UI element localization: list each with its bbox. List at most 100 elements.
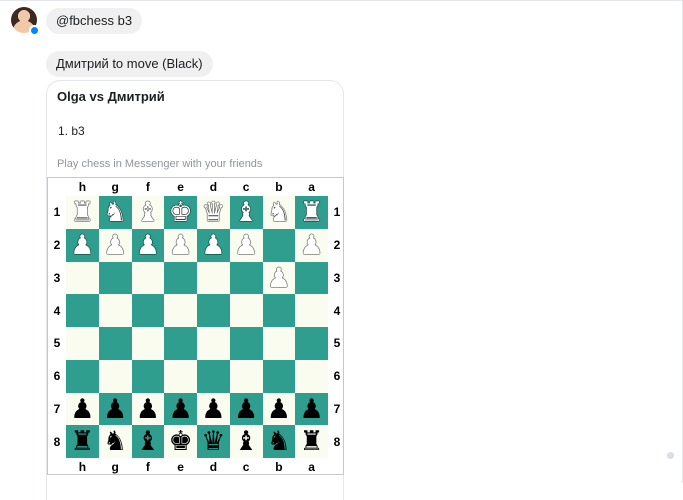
rank-label-right: 5: [333, 336, 341, 351]
rank-label-right: 3: [333, 270, 341, 285]
white-pawn-icon[interactable]: ♟: [263, 262, 296, 295]
file-label-top: e: [177, 180, 184, 194]
rank-label-left: 5: [53, 336, 61, 351]
square-g5[interactable]: [98, 327, 132, 360]
user-avatar[interactable]: [11, 7, 40, 36]
white-king-icon[interactable]: ♚: [164, 196, 197, 229]
square-d5[interactable]: [197, 327, 230, 360]
square-h3[interactable]: [66, 261, 99, 295]
white-rook-icon[interactable]: ♜: [295, 196, 328, 229]
file-label-bottom: f: [145, 460, 150, 474]
black-pawn-icon[interactable]: ♟: [230, 393, 263, 426]
white-pawn-icon[interactable]: ♟: [66, 229, 99, 262]
file-label-top: f: [145, 180, 150, 194]
square-b5[interactable]: [262, 327, 296, 360]
square-b2[interactable]: [262, 228, 296, 262]
black-knight-icon[interactable]: ♞: [99, 425, 132, 458]
black-queen-icon[interactable]: ♛: [197, 425, 230, 458]
square-f4[interactable]: [131, 294, 165, 327]
square-d6[interactable]: [197, 359, 230, 393]
black-pawn-icon[interactable]: ♟: [263, 393, 296, 426]
black-pawn-icon[interactable]: ♟: [164, 393, 197, 426]
black-pawn-icon[interactable]: ♟: [99, 393, 132, 426]
square-e5[interactable]: [164, 327, 197, 360]
white-bishop-icon[interactable]: ♝: [230, 196, 263, 229]
white-pawn-icon[interactable]: ♟: [164, 229, 197, 262]
rank-label-left: 6: [53, 369, 61, 384]
rank-label-left: 8: [53, 434, 61, 449]
square-e6[interactable]: [164, 359, 197, 393]
chess-game-card[interactable]: Olga vs Дмитрий 1. b3 Play chess in Mess…: [46, 80, 344, 500]
chess-board[interactable]: ♜ ♞ ♝ ♚ ♛ ♝ ♞ ♜ ♟ ♟ ♟ ♟ ♟ ♟ ♟ ♟ ♟ ♟ ♟ ♟ ♟ ♟ ♟ ♟ ♜ ♞ ♝ ♚ ♛ ♝ ♞ ♜ hhggffe…: [47, 177, 344, 475]
white-pawn-icon[interactable]: ♟: [132, 229, 165, 262]
black-pawn-icon[interactable]: ♟: [66, 393, 99, 426]
white-pawn-icon[interactable]: ♟: [295, 229, 328, 262]
rank-label-left: 3: [53, 270, 61, 285]
square-f6[interactable]: [131, 359, 165, 393]
square-a6[interactable]: [295, 359, 328, 393]
square-g4[interactable]: [98, 294, 132, 327]
square-g6[interactable]: [98, 359, 132, 393]
board-squares[interactable]: ♜ ♞ ♝ ♚ ♛ ♝ ♞ ♜ ♟ ♟ ♟ ♟ ♟ ♟ ♟ ♟ ♟ ♟ ♟ ♟ ♟ ♟ ♟ ♟ ♜ ♞ ♝ ♚ ♛ ♝ ♞ ♜: [66, 196, 328, 458]
file-label-top: b: [275, 180, 283, 194]
square-c3[interactable]: [229, 261, 263, 295]
square-h5[interactable]: [66, 327, 99, 360]
square-c4[interactable]: [229, 294, 263, 327]
rank-label-right: 8: [333, 434, 341, 449]
black-pawn-icon[interactable]: ♟: [132, 393, 165, 426]
white-bishop-icon[interactable]: ♝: [132, 196, 165, 229]
black-bishop-icon[interactable]: ♝: [230, 425, 263, 458]
black-pawn-icon[interactable]: ♟: [295, 393, 328, 426]
file-label-top: h: [78, 180, 87, 194]
white-pawn-icon[interactable]: ♟: [99, 229, 132, 262]
black-knight-icon[interactable]: ♞: [263, 425, 296, 458]
file-label-bottom: b: [275, 460, 283, 474]
file-label-bottom: h: [78, 460, 87, 474]
top-divider: [0, 0, 683, 1]
square-d3[interactable]: [197, 261, 230, 295]
file-label-bottom: g: [111, 460, 119, 474]
rank-label-right: 2: [333, 238, 341, 253]
message-bubble-status[interactable]: Дмитрий to move (Black): [46, 51, 213, 77]
square-h6[interactable]: [66, 359, 99, 393]
square-h4[interactable]: [66, 294, 99, 327]
white-rook-icon[interactable]: ♜: [66, 196, 99, 229]
rank-label-right: 6: [333, 369, 341, 384]
rank-label-right: 4: [333, 303, 341, 318]
black-pawn-icon[interactable]: ♟: [197, 393, 230, 426]
rank-label-left: 2: [53, 238, 61, 253]
square-d4[interactable]: [197, 294, 230, 327]
square-a4[interactable]: [295, 294, 328, 327]
square-e4[interactable]: [164, 294, 197, 327]
white-pawn-icon[interactable]: ♟: [230, 229, 263, 262]
message-bubble-command[interactable]: @fbchess b3: [46, 8, 143, 34]
black-rook-icon[interactable]: ♜: [66, 425, 99, 458]
square-g3[interactable]: [98, 261, 132, 295]
white-knight-icon[interactable]: ♞: [99, 196, 132, 229]
black-bishop-icon[interactable]: ♝: [132, 425, 165, 458]
white-queen-icon[interactable]: ♛: [197, 196, 230, 229]
card-subtitle: Play chess in Messenger with your friend…: [57, 158, 263, 170]
square-c6[interactable]: [229, 359, 263, 393]
game-title: Olga vs Дмитрий: [57, 89, 165, 104]
square-e3[interactable]: [164, 261, 197, 295]
white-pawn-icon[interactable]: ♟: [197, 229, 230, 262]
file-label-bottom: a: [308, 460, 315, 474]
square-b6[interactable]: [262, 359, 296, 393]
white-knight-icon[interactable]: ♞: [263, 196, 296, 229]
black-rook-icon[interactable]: ♜: [295, 425, 328, 458]
rank-label-left: 7: [53, 401, 61, 416]
square-c5[interactable]: [229, 327, 263, 360]
square-f3[interactable]: [131, 261, 165, 295]
rank-label-right: 1: [333, 205, 341, 220]
file-label-top: d: [209, 180, 218, 194]
square-f5[interactable]: [131, 327, 165, 360]
square-a5[interactable]: [295, 327, 328, 360]
messenger-badge-icon: [29, 25, 40, 36]
file-label-top: g: [111, 180, 119, 194]
seen-indicator-icon: [667, 452, 674, 459]
file-label-top: c: [242, 180, 250, 194]
square-b4[interactable]: [262, 294, 296, 327]
square-a3[interactable]: [295, 261, 328, 295]
black-king-icon[interactable]: ♚: [164, 425, 197, 458]
